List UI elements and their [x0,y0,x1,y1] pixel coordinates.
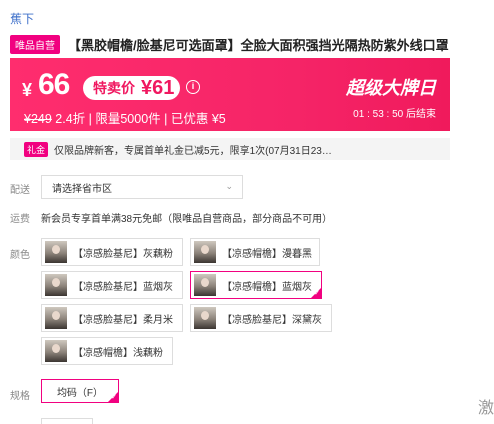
color-option[interactable]: 【凉感脸基尼】深黛灰 [190,304,332,332]
discount-info: 2.4折 | 限量5000件 | 已优惠 ¥5 [51,112,226,126]
color-option[interactable]: 【凉感帽檐】浅藕粉 [41,337,173,365]
product-thumbnail [194,241,216,263]
price-main: 66 [38,68,70,101]
color-label: 颜色 [10,250,30,261]
product-title-row: 唯品自营 【黑胶帽檐/脸基尼可选面罩】全脸大面积强挡光隔热防紫外线口罩 [10,34,490,54]
event-title: 超级大牌日 [346,78,436,98]
product-thumbnail [45,241,67,263]
product-thumbnail [45,307,67,329]
color-option[interactable]: 【凉感脸基尼】柔月米 [41,304,183,332]
brand-name[interactable]: 蕉下 [10,10,34,27]
shipping-info: 新会员专享首单满38元免邮（限唯品自营商品，部分商品不可用） [41,214,333,225]
price-banner: ¥ 66 特卖价 ¥61 i ¥249 2.4折 | 限量5000件 | 已优惠… [10,58,450,131]
special-price-value: ¥61 [141,76,175,99]
size-label: 规格 [10,391,30,402]
countdown-timer: 01 : 53 : 50 后结束 [353,109,436,120]
product-title: 【黑胶帽檐/脸基尼可选面罩】全脸大面积强挡光隔热防紫外线口罩 [68,37,449,53]
size-option-label: 均码（F） [56,387,104,399]
check-icon: ✓ [111,394,117,401]
color-option-selected[interactable]: 【凉感帽檐】蓝烟灰 ✓ [190,271,322,299]
quantity-stepper[interactable] [41,418,93,424]
info-icon[interactable]: i [186,80,200,94]
color-option[interactable]: 【凉感脸基尼】蓝烟灰 [41,271,183,299]
size-option-selected[interactable]: 均码（F） ✓ [41,379,119,403]
vip-self-operated-tag: 唯品自营 [10,34,60,54]
color-option[interactable]: 【凉感脸基尼】灰藕粉 [41,238,183,266]
side-panel-text: 激 [478,400,494,417]
product-thumbnail [194,307,216,329]
special-price-badge: 特卖价 ¥61 [83,76,181,100]
region-select-value: 请选择省市区 [52,183,112,195]
coupon-text: 仅限品牌新客，专属首单礼金已减5元，限享1次(07月31日23… [54,145,332,157]
product-thumbnail [45,340,67,362]
color-option-label: 【凉感帽檐】浅藕粉 [73,347,163,359]
shipping-label: 运费 [10,214,30,225]
product-thumbnail [45,274,67,296]
coupon-bar: 礼金 仅限品牌新客，专属首单礼金已减5元，限享1次(07月31日23… [10,138,450,160]
check-icon: ✓ [314,290,320,297]
product-thumbnail [194,274,216,296]
color-option-label: 【凉感脸基尼】蓝烟灰 [73,281,173,293]
color-option[interactable]: 【凉感帽檐】漫暮黑 [190,238,320,266]
price-details: ¥249 2.4折 | 限量5000件 | 已优惠 ¥5 [24,108,226,127]
delivery-label: 配送 [10,185,30,196]
color-option-label: 【凉感脸基尼】柔月米 [73,314,173,326]
price-currency: ¥ [22,80,33,100]
color-option-label: 【凉感脸基尼】深黛灰 [222,314,322,326]
special-price-label: 特卖价 [93,80,135,96]
color-option-label: 【凉感帽檐】蓝烟灰 [222,281,312,293]
region-select[interactable]: 请选择省市区 ⌄ [41,175,243,199]
color-option-label: 【凉感帽檐】漫暮黑 [222,248,312,260]
chevron-down-icon: ⌄ [225,181,233,191]
color-option-label: 【凉感脸基尼】灰藕粉 [73,248,173,260]
original-price: ¥249 [24,112,52,126]
coupon-tag: 礼金 [24,141,49,157]
